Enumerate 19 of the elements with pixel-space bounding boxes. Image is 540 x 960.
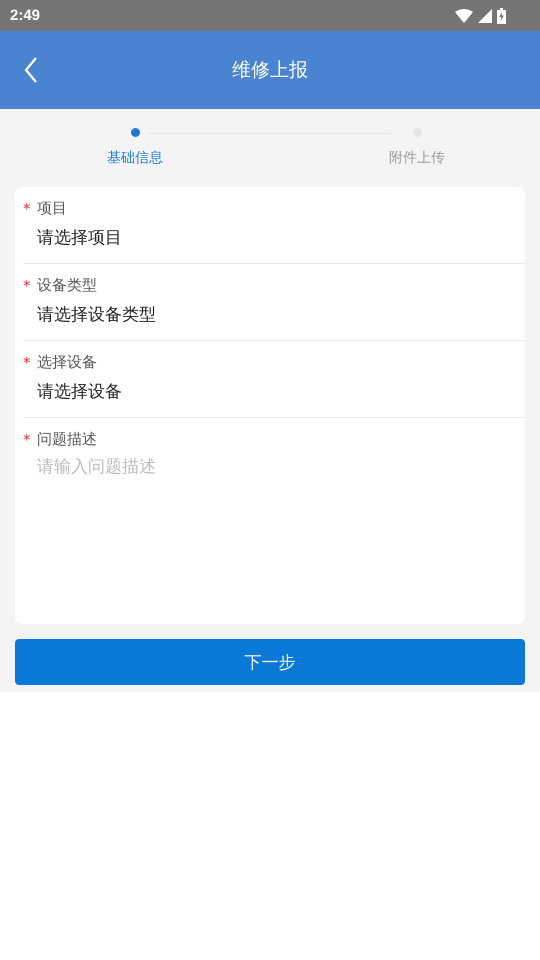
page-title: 维修上报 — [232, 58, 308, 83]
field-label: 选择设备 — [37, 353, 97, 372]
required-mark: * — [23, 276, 32, 294]
step-tab[interactable]: 基础信息 — [107, 125, 163, 187]
back-icon[interactable] — [24, 57, 38, 83]
field-label: 问题描述 — [37, 430, 97, 449]
battery-icon — [497, 8, 506, 24]
select-field[interactable]: 请选择设备 — [37, 380, 525, 403]
required-mark: * — [23, 354, 32, 372]
status-time: 2:49 — [10, 7, 40, 24]
required-mark: * — [23, 200, 32, 218]
field-label: 项目 — [37, 199, 67, 218]
select-field[interactable]: 请选择项目 — [37, 226, 525, 249]
wifi-icon — [455, 8, 473, 22]
signal-icon — [478, 8, 492, 22]
select-field[interactable]: 请选择设备类型 — [37, 303, 525, 326]
required-mark: * — [23, 430, 32, 448]
next-button[interactable]: 下一步 — [15, 639, 525, 685]
field-label: 设备类型 — [37, 276, 97, 295]
